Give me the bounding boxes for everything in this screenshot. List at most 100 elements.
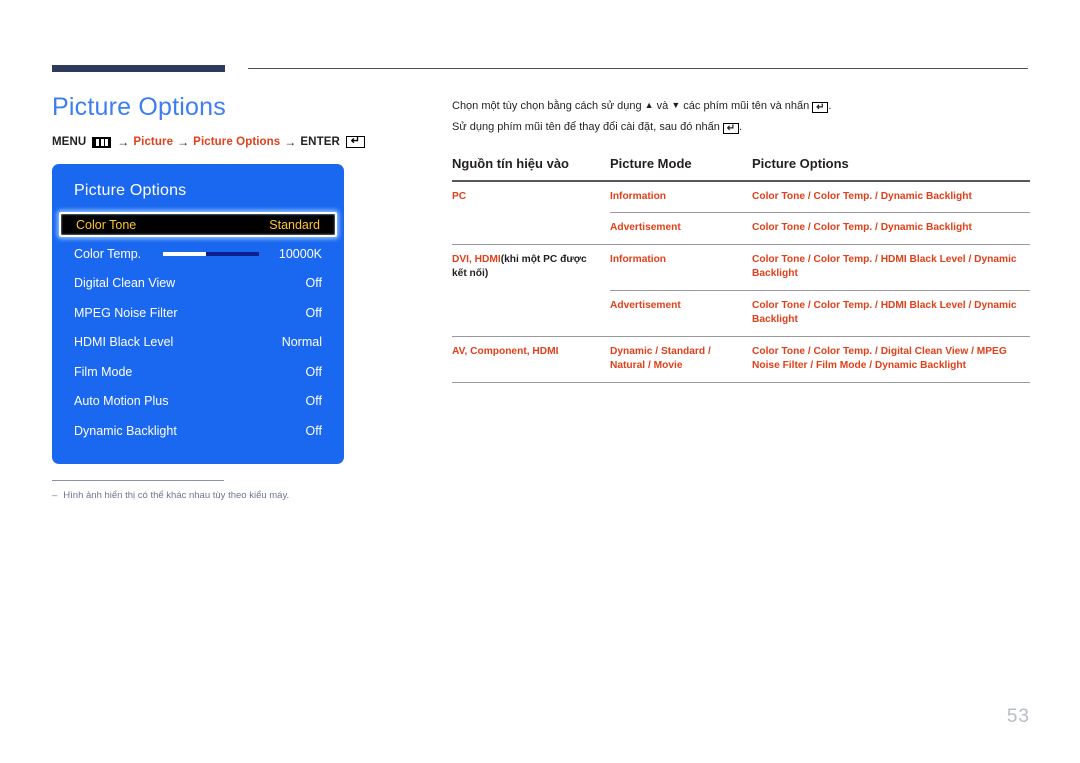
option-term: Digital Clean View bbox=[880, 345, 969, 357]
osd-row[interactable]: Auto Motion Plus Off bbox=[52, 387, 344, 417]
option-term: Color Tone bbox=[752, 190, 806, 202]
option-separator: / bbox=[805, 345, 814, 357]
osd-row-label: HDMI Black Level bbox=[74, 335, 174, 350]
osd-row-label: Digital Clean View bbox=[74, 276, 176, 291]
option-separator: / bbox=[968, 345, 977, 357]
breadcrumb-arrow-2: → bbox=[177, 135, 190, 149]
right-column: Chọn một tùy chọn bằng cách sử dụng ▲ và… bbox=[452, 96, 1030, 383]
option-term: Dynamic bbox=[610, 345, 653, 357]
option-term: Color Temp. bbox=[813, 299, 873, 311]
option-term: Dynamic Backlight bbox=[880, 190, 972, 202]
breadcrumb-arrow-3: → bbox=[284, 135, 297, 149]
option-term: Film Mode bbox=[815, 360, 867, 372]
option-term: Color Temp. bbox=[813, 253, 873, 265]
intro-2-a: Sử dụng phím mũi tên để thay đổi cài đặt… bbox=[452, 121, 723, 134]
option-term: Standard bbox=[660, 345, 706, 357]
option-separator: / bbox=[965, 253, 975, 265]
cell-picture-options: Color Tone / Color Temp. / Dynamic Backl… bbox=[752, 212, 1030, 245]
option-separator: / bbox=[805, 190, 814, 202]
table-header-row: Nguồn tín hiệu vào Picture Mode Picture … bbox=[452, 156, 1030, 181]
breadcrumb-enter-label: ENTER bbox=[300, 136, 340, 148]
option-term: Dynamic Backlight bbox=[880, 222, 972, 234]
footnote-dash: ‒ bbox=[52, 489, 58, 501]
breadcrumb-arrow-1: → bbox=[117, 135, 130, 149]
color-temp-slider[interactable] bbox=[163, 251, 260, 256]
osd-row[interactable]: Digital Clean View Off bbox=[52, 269, 344, 299]
table-row: Advertisement Color Tone / Color Temp. / … bbox=[452, 212, 1030, 245]
arrow-up-icon: ▲ bbox=[644, 100, 654, 110]
arrow-down-icon: ▼ bbox=[671, 100, 681, 110]
header-rule-thick bbox=[52, 65, 225, 72]
cell-picture-options: Color Tone / Color Temp. / HDMI Black Le… bbox=[752, 243, 1030, 291]
cell-picture-mode: Information bbox=[610, 181, 752, 213]
option-term: Advertisement bbox=[610, 222, 681, 234]
osd-row-value: Off bbox=[305, 364, 322, 379]
cell-picture-mode: Advertisement bbox=[610, 212, 752, 245]
osd-row[interactable]: Dynamic Backlight Off bbox=[52, 416, 344, 446]
option-term: Information bbox=[610, 190, 667, 202]
cell-picture-options: Color Tone / Color Temp. / HDMI Black Le… bbox=[752, 289, 1030, 337]
table-row: AV, Component, HDMI Dynamic / Standard / … bbox=[452, 335, 1030, 383]
header-rule-thin bbox=[248, 68, 1028, 69]
osd-row-value: 10000K bbox=[278, 246, 322, 261]
osd-panel-title: Picture Options bbox=[74, 182, 187, 199]
osd-row-value: Standard bbox=[269, 217, 320, 232]
breadcrumb-item-picture[interactable]: Picture bbox=[133, 136, 173, 148]
cell-picture-mode: Advertisement bbox=[610, 289, 752, 337]
enter-key-icon bbox=[345, 136, 365, 148]
osd-row[interactable]: Color Tone Standard bbox=[59, 212, 337, 237]
option-term: Information bbox=[610, 253, 667, 265]
footnote-divider bbox=[52, 479, 224, 481]
left-column: Picture Options MENU → Picture → Picture… bbox=[52, 92, 427, 503]
option-term: HDMI Black Level bbox=[880, 299, 966, 311]
osd-row[interactable]: HDMI Black Level Normal bbox=[52, 328, 344, 358]
picture-options-table: Nguồn tín hiệu vào Picture Mode Picture … bbox=[452, 156, 1030, 383]
enter-key-icon-inline-2 bbox=[722, 123, 739, 135]
osd-row-label: Color Tone bbox=[76, 217, 137, 232]
breadcrumb-menu-label: MENU bbox=[52, 136, 87, 148]
breadcrumb-item-picture-options[interactable]: Picture Options bbox=[193, 136, 280, 148]
footnote-block: ‒ Hình ảnh hiển thị có thể khác nhau tùy… bbox=[52, 479, 427, 503]
slider-filled-track bbox=[163, 251, 207, 256]
option-term: Advertisement bbox=[610, 299, 681, 311]
osd-menu-list: Color Tone Standard Color Temp. 10000K Digit… bbox=[52, 212, 344, 446]
osd-row-label: Auto Motion Plus bbox=[74, 394, 169, 409]
source-name: AV, Component, HDMI bbox=[452, 345, 559, 357]
option-separator: / bbox=[805, 299, 814, 311]
intro-1-d: . bbox=[828, 100, 832, 112]
intro-2-b: . bbox=[738, 121, 742, 134]
cell-source bbox=[452, 290, 610, 336]
cell-source: PC bbox=[452, 181, 610, 213]
osd-row[interactable]: Color Temp. 10000K bbox=[52, 239, 344, 269]
osd-row-value: Off bbox=[305, 305, 322, 320]
osd-row-value: Off bbox=[305, 276, 322, 291]
table-header: Nguồn tín hiệu vào Picture Mode Picture … bbox=[452, 156, 1030, 181]
intro-1-c: các phím mũi tên và nhấn bbox=[680, 100, 813, 112]
option-term: Color Tone bbox=[752, 222, 806, 234]
osd-row-label: Color Temp. bbox=[74, 246, 142, 261]
header-rules bbox=[52, 65, 1028, 75]
intro-1-b: và bbox=[653, 100, 672, 112]
column-header-source: Nguồn tín hiệu vào bbox=[452, 155, 569, 171]
option-term: Color Tone bbox=[752, 253, 806, 265]
osd-row-value: Off bbox=[305, 423, 322, 438]
source-name: DVI, HDMI bbox=[452, 253, 501, 265]
option-separator: / bbox=[866, 360, 875, 372]
menu-bars-icon bbox=[92, 136, 112, 148]
option-separator: / bbox=[652, 345, 661, 357]
osd-row[interactable]: MPEG Noise Filter Off bbox=[52, 298, 344, 328]
osd-row[interactable]: Film Mode Off bbox=[52, 357, 344, 387]
cell-picture-options: Color Tone / Color Temp. / Dynamic Backl… bbox=[752, 181, 1030, 213]
intro-line-2: Sử dụng phím mũi tên để thay đổi cài đặt… bbox=[452, 117, 1030, 138]
osd-row-label: Film Mode bbox=[74, 364, 133, 379]
source-name: PC bbox=[452, 190, 467, 202]
option-term: Color Temp. bbox=[813, 345, 873, 357]
table-body: PC Information Color Tone / Color Temp. / … bbox=[452, 181, 1030, 383]
breadcrumb: MENU → Picture → Picture Options → ENTER bbox=[52, 135, 427, 149]
cell-picture-mode: Information bbox=[610, 243, 752, 291]
enter-key-icon-inline-1 bbox=[812, 102, 829, 113]
cell-source: DVI, HDMI(khi một PC được kết nối) bbox=[452, 243, 610, 291]
option-separator: / bbox=[872, 222, 881, 234]
osd-row-value: Normal bbox=[281, 335, 322, 350]
option-term: Color Tone bbox=[752, 345, 806, 357]
